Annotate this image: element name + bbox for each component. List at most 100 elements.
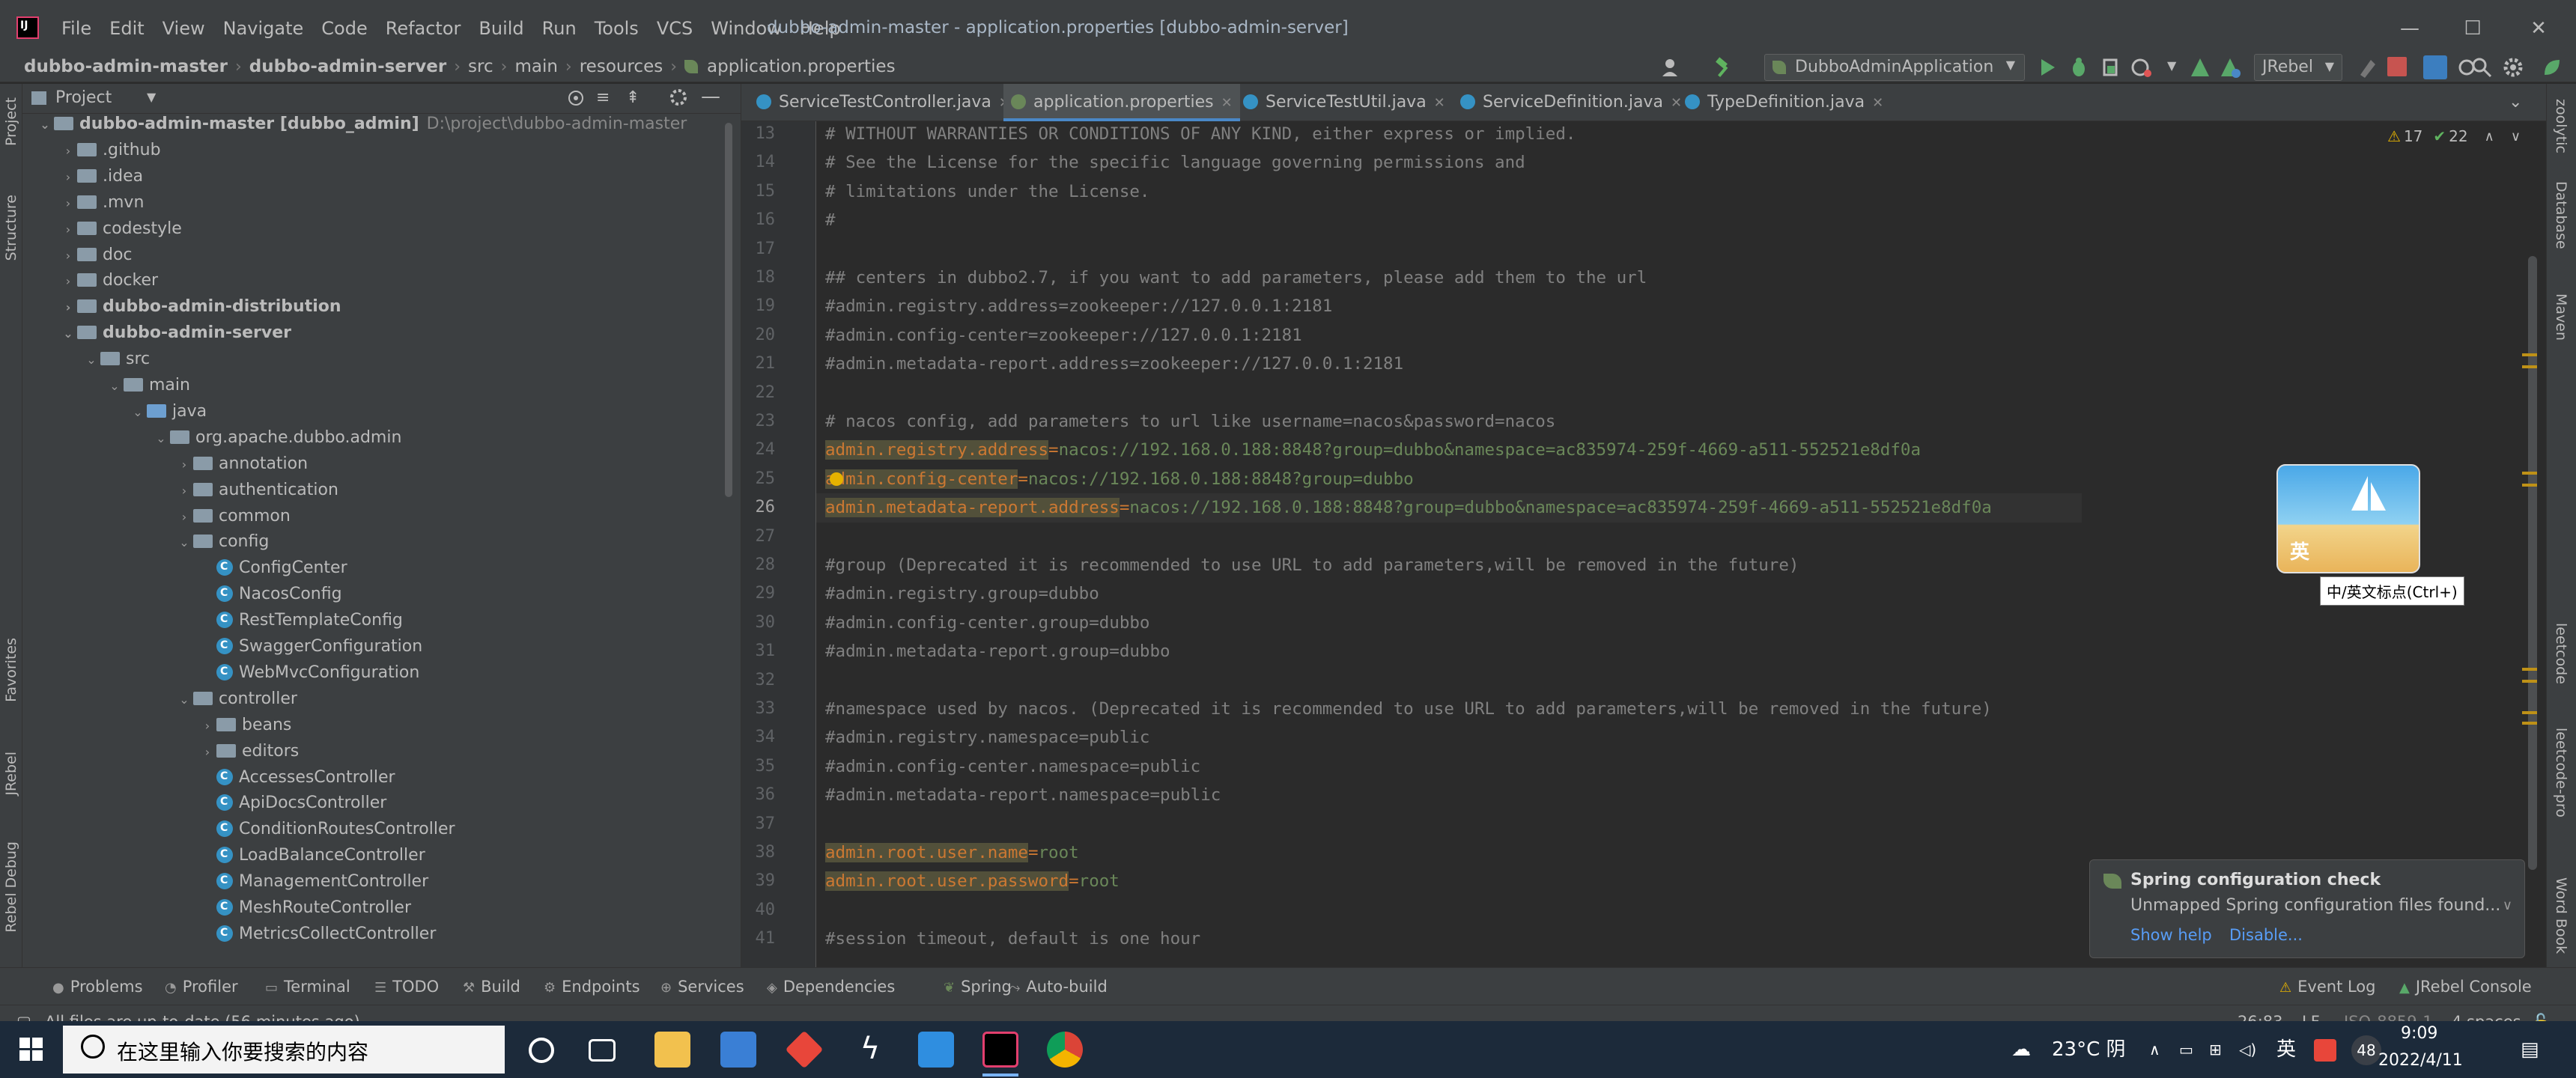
tree-node[interactable]: ⌄ controller — [175, 686, 297, 712]
tree-node[interactable]: › editors — [198, 738, 299, 764]
expand-arrow-icon[interactable]: › — [198, 739, 216, 765]
menu-navigate[interactable]: Navigate — [214, 13, 313, 43]
collapse-arrow-icon[interactable]: ⌄ — [36, 112, 54, 138]
tree-node[interactable]: ⌄ main — [106, 372, 190, 398]
menu-view[interactable]: View — [154, 13, 214, 43]
tree-node[interactable]: › common — [175, 503, 291, 529]
collapse-arrow-icon[interactable]: ⌄ — [129, 399, 147, 425]
tool-profiler[interactable]: ◔ Profiler — [165, 968, 238, 1005]
tree-node[interactable]: › codestyle — [59, 216, 182, 242]
comment-line[interactable]: # nacos config, add parameters to url li… — [825, 407, 1555, 436]
close-tab-icon[interactable]: ✕ — [1872, 95, 1883, 111]
search-everywhere-icon[interactable] — [2470, 55, 2494, 84]
warning-marker[interactable] — [2522, 711, 2537, 714]
tab-word-book[interactable]: Word Book — [2553, 877, 2569, 954]
close-window-button[interactable]: ✕ — [2524, 13, 2554, 43]
battery-icon[interactable]: ▭ — [2179, 1021, 2193, 1078]
tree-node[interactable]: SwaggerConfiguration — [198, 633, 422, 660]
tree-node[interactable]: MetricsCollectController — [198, 920, 436, 947]
tree-node[interactable]: RestTemplateConfig — [198, 606, 403, 633]
tab-project[interactable]: Project — [3, 97, 19, 146]
locate-file-icon[interactable] — [565, 87, 587, 114]
chrome-icon[interactable] — [1047, 1032, 1083, 1068]
project-panel-title[interactable]: Project — [55, 88, 112, 107]
intellij-taskbar-icon[interactable] — [982, 1032, 1018, 1068]
comment-line[interactable]: #admin.config-center.group=dubbo — [825, 609, 1149, 637]
tool-endpoints[interactable]: ⚙ Endpoints — [544, 968, 640, 1005]
menu-file[interactable]: File — [52, 13, 100, 43]
comment-line[interactable]: # limitations under the License. — [825, 177, 1149, 206]
network-icon[interactable]: ⊞ — [2209, 1021, 2222, 1078]
comment-line[interactable]: # See the License for the specific langu… — [825, 148, 1525, 177]
lightning-app-icon[interactable]: ϟ — [852, 1032, 888, 1068]
previous-highlight-icon[interactable]: ∧ — [2485, 129, 2494, 144]
run-icon[interactable] — [2035, 55, 2059, 84]
tree-node[interactable]: MeshRouteController — [198, 894, 411, 921]
expand-arrow-icon[interactable]: › — [59, 138, 77, 164]
volume-icon[interactable]: ◁) — [2239, 1021, 2256, 1078]
tree-node[interactable]: ManagementController — [198, 868, 428, 895]
expand-arrow-icon[interactable]: › — [59, 216, 77, 243]
tool-problems[interactable]: ● Problems — [52, 968, 143, 1005]
menu-build[interactable]: Build — [470, 13, 532, 43]
stop-icon[interactable] — [2387, 57, 2407, 76]
tree-node[interactable]: › dubbo-admin-distribution — [59, 293, 341, 320]
tree-node[interactable]: ⌄ org.apache.dubbo.admin — [152, 424, 401, 451]
comment-line[interactable]: #admin.config-center.namespace=public — [825, 752, 1200, 781]
property-line[interactable]: admin.registry.address=nacos://192.168.0… — [825, 436, 1921, 464]
tree-node[interactable]: › .idea — [59, 163, 143, 189]
disable-link[interactable]: Disable... — [2229, 926, 2303, 944]
comment-line[interactable]: #admin.metadata-report.namespace=public — [825, 781, 1221, 809]
debug-icon[interactable] — [2067, 55, 2091, 84]
expand-all-icon[interactable]: ≡ — [596, 88, 610, 107]
jrebel-debug-icon[interactable] — [2218, 55, 2242, 84]
tab-favorites[interactable]: Favorites — [3, 638, 19, 702]
jrebel-run-icon[interactable] — [2188, 55, 2212, 84]
tree-node[interactable]: ConditionRoutesController — [198, 815, 455, 842]
next-highlight-icon[interactable]: ∨ — [2511, 129, 2521, 144]
run-more-chevron-icon[interactable]: ▼ — [2167, 58, 2176, 73]
menu-edit[interactable]: Edit — [100, 13, 153, 43]
intention-lightbulb-icon[interactable] — [830, 472, 843, 486]
clock-date[interactable]: 2022/4/11 — [2378, 1051, 2463, 1070]
spring-tool-icon[interactable] — [2540, 55, 2564, 84]
weather-text[interactable]: 23°C 阴 — [2052, 1021, 2126, 1078]
tool-jrebel-console[interactable]: ▲ JRebel Console — [2399, 968, 2532, 1005]
tree-scrollbar[interactable] — [725, 123, 732, 497]
red-app-icon[interactable] — [785, 1030, 824, 1069]
bird-app-icon[interactable] — [918, 1032, 954, 1068]
tab-database[interactable]: Database — [2553, 181, 2569, 249]
tree-node[interactable]: ⌄ src — [82, 346, 150, 372]
breadcrumb-item[interactable]: dubbo-admin-master — [19, 57, 232, 76]
tree-node[interactable]: ⌄ dubbo-admin-master [dubbo_admin] D:\proj… — [36, 111, 687, 137]
close-tab-icon[interactable]: ✕ — [1434, 95, 1445, 111]
translate-icon[interactable] — [2423, 55, 2447, 79]
comment-line[interactable]: #admin.registry.group=dubbo — [825, 579, 1099, 608]
mail-icon[interactable] — [720, 1032, 756, 1068]
notification-badge[interactable]: 48 — [2351, 1021, 2381, 1078]
tab-rebel-debug[interactable]: Rebel Debug — [3, 841, 19, 933]
expand-arrow-icon[interactable]: › — [59, 190, 77, 216]
collapse-all-icon[interactable]: ⇞ — [626, 88, 640, 107]
editor-tab[interactable]: application.properties ✕ — [1003, 84, 1240, 121]
weather-icon[interactable]: ☁ — [2011, 1021, 2031, 1078]
expand-arrow-icon[interactable]: › — [175, 504, 193, 530]
settings-gear-icon[interactable] — [2501, 55, 2525, 84]
tab-structure[interactable]: Structure — [3, 195, 19, 261]
hide-panel-icon[interactable]: — — [701, 85, 720, 108]
clock-time[interactable]: 9:09 — [2401, 1024, 2437, 1043]
expand-arrow-icon[interactable]: › — [59, 164, 77, 190]
menu-run[interactable]: Run — [533, 13, 586, 43]
code-editor[interactable]: # WITHOUT WARRANTIES OR CONDITIONS OF AN… — [816, 121, 2082, 967]
comment-line[interactable]: # — [825, 206, 836, 234]
expand-arrow-icon[interactable]: › — [59, 294, 77, 320]
tray-expand-icon[interactable]: ∧ — [2149, 1021, 2160, 1078]
comment-line[interactable]: #admin.registry.address=zookeeper://127.… — [825, 292, 1332, 320]
maximize-button[interactable]: ☐ — [2458, 13, 2488, 43]
collapse-arrow-icon[interactable]: ⌄ — [175, 529, 193, 555]
menu-refactor[interactable]: Refactor — [377, 13, 470, 43]
tool-event-log[interactable]: ⚠ Event Log — [2279, 968, 2375, 1005]
expand-arrow-icon[interactable]: › — [198, 713, 216, 739]
comment-line[interactable]: #session timeout, default is one hour — [825, 925, 1200, 953]
close-tab-icon[interactable]: ✕ — [1221, 95, 1233, 111]
